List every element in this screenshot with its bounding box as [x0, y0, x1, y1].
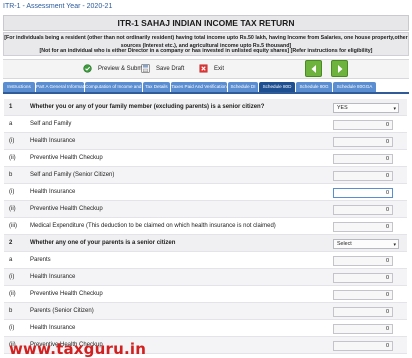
eligibility-note: [Not for an individual who is either Dir… [39, 48, 373, 54]
table-row: b Self and Family (Senior Citizen) 0 [4, 167, 407, 184]
table-row: (ii) Preventive Health Checkup 0 [4, 150, 407, 167]
table-row: (i) Health Insurance 0 [4, 133, 407, 150]
tab-schedule-80d[interactable]: Schedule 80D [259, 82, 295, 92]
senior-citizen-select[interactable]: YES ▾ [333, 103, 399, 113]
chevron-down-icon: ▾ [393, 242, 396, 248]
amount-field[interactable]: 0 [333, 171, 393, 181]
tab-general-information[interactable]: Part A General Information [36, 82, 84, 92]
exit-button[interactable]: Exit [199, 63, 224, 75]
tab-schedule-di[interactable]: Schedule DI [228, 82, 258, 92]
amount-field[interactable]: 0 [333, 341, 393, 351]
select-value: YES [337, 105, 348, 111]
row-label: Preventive Health Checkup [30, 291, 103, 297]
watermark: www.taxguru.in [9, 340, 147, 358]
table-row: 1 Whether you or any of your family memb… [4, 99, 407, 116]
save-icon [141, 64, 150, 73]
row-label: Whether any one of your parents is a sen… [30, 240, 176, 246]
row-index: (iii) [9, 223, 17, 229]
tab-instructions[interactable]: Instructions [3, 82, 35, 92]
tab-schedule-80g[interactable]: Schedule 80G [296, 82, 332, 92]
amount-field[interactable]: 0 [333, 273, 393, 283]
row-label: Parents [30, 257, 51, 263]
tab-tax-details[interactable]: Tax Details [143, 82, 170, 92]
toolbar: Preview & Submit Save Draft Exit [3, 59, 409, 79]
row-label: Health Insurance [30, 325, 76, 331]
table-row: 2 Whether any one of your parents is a s… [4, 235, 407, 252]
arrow-left-icon [311, 65, 316, 73]
tab-schedule-80gga[interactable]: Schedule 80GGA [333, 82, 376, 92]
close-icon [199, 64, 208, 73]
tab-computation[interactable]: Computation of Income and Tax [85, 82, 142, 92]
amount-field[interactable]: 0 [333, 307, 393, 317]
row-index: (i) [9, 138, 15, 144]
row-index: (ii) [9, 155, 16, 161]
amount-field[interactable]: 0 [333, 188, 393, 198]
row-label: Self and Family [30, 121, 72, 127]
form-title: ITR-1 SAHAJ INDIAN INCOME TAX RETURN [3, 15, 409, 31]
row-index: (i) [9, 189, 15, 195]
table-row: (i) Health Insurance 0 [4, 320, 407, 337]
preview-submit-label: Preview & Submit [98, 66, 146, 72]
app-title: ITR-1 - Assessment Year - 2020-21 [3, 3, 113, 10]
row-index: b [9, 172, 13, 178]
table-row: a Self and Family 0 [4, 116, 407, 133]
table-row: (ii) Preventive Health Checkup 0 [4, 201, 407, 218]
row-label: Whether you or any of your family member… [30, 104, 265, 110]
save-draft-label: Save Draft [156, 66, 185, 72]
table-row: a Parents 0 [4, 252, 407, 269]
preview-submit-button[interactable]: Preview & Submit [83, 63, 145, 75]
row-index: b [9, 308, 13, 314]
amount-field[interactable]: 0 [333, 205, 393, 215]
row-label: Preventive Health Checkup [30, 155, 103, 161]
row-label: Parents (Senior Citizen) [30, 308, 94, 314]
row-label: Health Insurance [30, 274, 76, 280]
row-label: Health Insurance [30, 189, 76, 195]
row-index: 2 [9, 240, 13, 246]
row-label: Health Insurance [30, 138, 76, 144]
table-row: (ii) Preventive Health Checkup 0 [4, 286, 407, 303]
row-index: (ii) [9, 206, 16, 212]
previous-button[interactable] [305, 60, 322, 77]
chevron-down-icon: ▾ [393, 106, 396, 112]
row-index: (ii) [9, 291, 16, 297]
row-index: a [9, 121, 13, 127]
row-label: Self and Family (Senior Citizen) [30, 172, 115, 178]
table-row: (iii) Medical Expenditure (This deductio… [4, 218, 407, 235]
row-index: 1 [9, 104, 13, 110]
amount-field[interactable]: 0 [333, 324, 393, 334]
row-label: Medical Expenditure (This deduction to b… [30, 223, 276, 229]
amount-field[interactable]: 0 [333, 222, 393, 232]
table-row: (i) Health Insurance 0 [4, 184, 407, 201]
parents-senior-citizen-select[interactable]: Select ▾ [333, 239, 399, 249]
exit-label: Exit [214, 66, 225, 72]
row-label: Preventive Health Checkup [30, 206, 103, 212]
tab-bar: Instructions Part A General Information … [3, 82, 409, 94]
row-index: a [9, 257, 13, 263]
table-row: b Parents (Senior Citizen) 0 [4, 303, 407, 320]
amount-field[interactable]: 0 [333, 256, 393, 266]
select-value: Select [337, 241, 352, 247]
preview-icon [83, 64, 92, 73]
next-button[interactable] [331, 60, 348, 77]
amount-field[interactable]: 0 [333, 137, 393, 147]
amount-field[interactable]: 0 [333, 290, 393, 300]
table-row: (i) Health Insurance 0 [4, 269, 407, 286]
tab-taxes-paid[interactable]: Taxes Paid And Verification [171, 82, 227, 92]
row-index: (i) [9, 274, 15, 280]
arrow-right-icon [338, 65, 343, 73]
save-draft-button[interactable]: Save Draft [141, 63, 184, 75]
amount-field[interactable]: 0 [333, 154, 393, 164]
amount-field[interactable]: 0 [333, 120, 393, 130]
row-index: (i) [9, 325, 15, 331]
